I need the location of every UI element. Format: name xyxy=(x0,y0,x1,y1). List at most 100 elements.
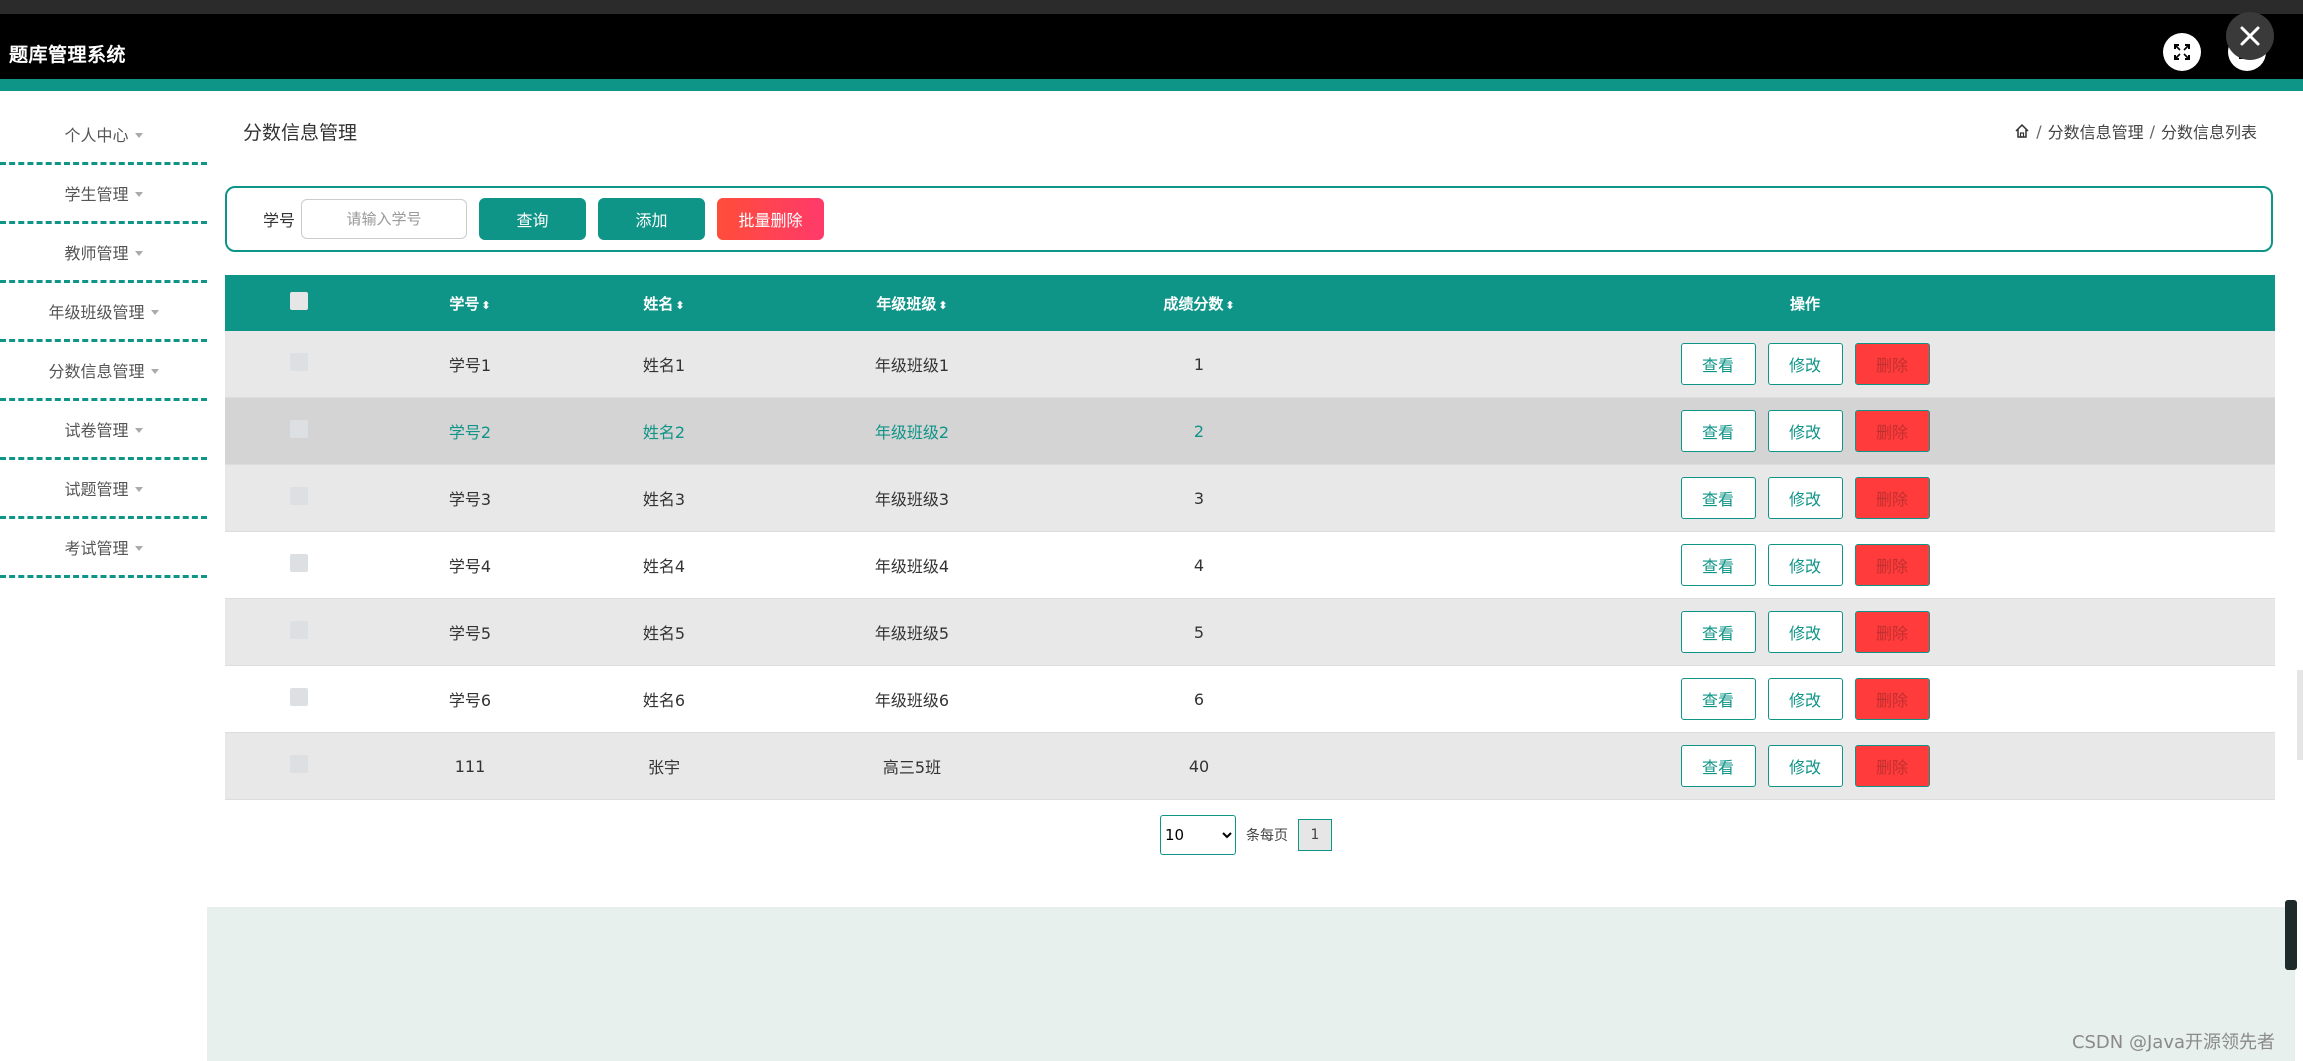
view-button[interactable]: 查看 xyxy=(1680,410,1756,452)
page-size-select[interactable]: 10 xyxy=(1160,815,1236,855)
breadcrumb-item-scores[interactable]: 分数信息管理 xyxy=(2048,119,2144,143)
expand-icon xyxy=(2174,44,2190,60)
sidebar-item-teachers[interactable]: 教师管理 xyxy=(0,224,207,283)
row-checkbox[interactable] xyxy=(290,688,308,706)
watermark: CSDN @Java开源领先者 xyxy=(2071,1032,2275,1053)
breadcrumb-separator: / xyxy=(2036,121,2042,141)
cell-student-id: 学号6 xyxy=(373,665,567,733)
sidebar-item-label: 考试管理 xyxy=(64,539,129,558)
column-header-student-id[interactable]: 学号 ⬍ xyxy=(373,275,567,331)
table-row: 学号6 姓名6 年级班级6 6 查看 修改 删除 xyxy=(225,665,2275,733)
table-row: 学号4 姓名4 年级班级4 4 查看 修改 删除 xyxy=(225,531,2275,599)
scrollbar-thumb[interactable] xyxy=(2285,900,2297,970)
cell-student-id: 学号5 xyxy=(373,598,567,666)
caret-down-icon xyxy=(150,309,159,315)
column-header-score[interactable]: 成绩分数 ⬍ xyxy=(1063,275,1335,331)
view-button[interactable]: 查看 xyxy=(1680,611,1756,653)
edit-button[interactable]: 修改 xyxy=(1767,544,1843,586)
cell-student-id: 学号3 xyxy=(373,464,567,532)
delete-button[interactable]: 删除 xyxy=(1854,678,1930,720)
sidebar-item-label: 年级班级管理 xyxy=(48,303,145,322)
view-button[interactable]: 查看 xyxy=(1680,745,1756,787)
header-accent-bar xyxy=(0,79,2303,91)
query-button[interactable]: 查询 xyxy=(479,198,587,240)
sidebar-item-students[interactable]: 学生管理 xyxy=(0,165,207,224)
scrollbar-track[interactable] xyxy=(2297,670,2303,760)
add-button[interactable]: 添加 xyxy=(598,198,706,240)
edit-button[interactable]: 修改 xyxy=(1767,410,1843,452)
select-all-checkbox[interactable] xyxy=(290,292,308,310)
breadcrumb-item-score-list: 分数信息列表 xyxy=(2160,123,2257,142)
sidebar-item-scores[interactable]: 分数信息管理 xyxy=(0,342,207,401)
sort-icon: ⬍ xyxy=(675,298,685,312)
delete-button[interactable]: 删除 xyxy=(1854,544,1930,586)
sidebar-item-label: 分数信息管理 xyxy=(48,362,145,381)
delete-button[interactable]: 删除 xyxy=(1854,410,1930,452)
row-checkbox[interactable] xyxy=(290,420,308,438)
sidebar-item-questions[interactable]: 试题管理 xyxy=(0,460,207,519)
fullscreen-button[interactable] xyxy=(2163,33,2201,71)
breadcrumb-separator: / xyxy=(2149,121,2155,141)
table-row: 学号2 姓名2 年级班级2 2 查看 修改 删除 xyxy=(225,397,2275,465)
caret-down-icon xyxy=(134,132,143,138)
close-button[interactable] xyxy=(2226,12,2274,60)
search-bar: 学号 查询 添加 批量删除 xyxy=(225,186,2273,252)
cell-name: 姓名5 xyxy=(567,598,761,666)
caret-down-icon xyxy=(134,250,143,256)
row-checkbox[interactable] xyxy=(290,487,308,505)
cell-class: 高三5班 xyxy=(761,732,1063,800)
edit-button[interactable]: 修改 xyxy=(1767,477,1843,519)
app-header xyxy=(0,14,2303,79)
sort-icon: ⬍ xyxy=(938,298,948,312)
cell-name: 姓名4 xyxy=(567,531,761,599)
row-checkbox[interactable] xyxy=(290,755,308,773)
caret-down-icon xyxy=(150,368,159,374)
delete-button[interactable]: 删除 xyxy=(1854,343,1930,385)
cell-class: 年级班级1 xyxy=(761,331,1063,398)
column-header-name[interactable]: 姓名 ⬍ xyxy=(567,275,761,331)
cell-class: 年级班级6 xyxy=(761,665,1063,733)
cell-class: 年级班级3 xyxy=(761,464,1063,532)
sidebar-item-grade-class[interactable]: 年级班级管理 xyxy=(0,283,207,342)
sidebar: 个人中心 学生管理 教师管理 年级班级管理 分数信息管理 试卷管理 试题管理 考… xyxy=(0,91,207,1061)
score-table: 学号 ⬍ 姓名 ⬍ 年级班级 ⬍ 成绩分数 ⬍ 操作 学号1 姓名1 年级班级1 1 查… xyxy=(225,275,2275,800)
header-checkbox-cell xyxy=(225,275,373,331)
column-header-class[interactable]: 年级班级 ⬍ xyxy=(761,275,1063,331)
view-button[interactable]: 查看 xyxy=(1680,343,1756,385)
row-checkbox[interactable] xyxy=(290,353,308,371)
view-button[interactable]: 查看 xyxy=(1680,678,1756,720)
sidebar-item-papers[interactable]: 试卷管理 xyxy=(0,401,207,460)
caret-down-icon xyxy=(134,191,143,197)
view-button[interactable]: 查看 xyxy=(1680,544,1756,586)
edit-button[interactable]: 修改 xyxy=(1767,343,1843,385)
cell-name: 张宇 xyxy=(567,732,761,800)
sidebar-item-label: 试卷管理 xyxy=(64,421,129,440)
sidebar-item-exams[interactable]: 考试管理 xyxy=(0,519,207,578)
delete-button[interactable]: 删除 xyxy=(1854,745,1930,787)
page-number-current[interactable]: 1 xyxy=(1298,819,1332,851)
table-row: 111 张宇 高三5班 40 查看 修改 删除 xyxy=(225,732,2275,800)
row-checkbox[interactable] xyxy=(290,621,308,639)
delete-button[interactable]: 删除 xyxy=(1854,611,1930,653)
top-strip xyxy=(0,0,2303,15)
caret-down-icon xyxy=(134,545,143,551)
edit-button[interactable]: 修改 xyxy=(1767,745,1843,787)
view-button[interactable]: 查看 xyxy=(1680,477,1756,519)
close-icon xyxy=(2240,26,2260,46)
cell-student-id: 学号1 xyxy=(373,331,567,398)
cell-student-id: 111 xyxy=(373,732,567,800)
student-id-input[interactable] xyxy=(301,199,468,239)
home-icon[interactable] xyxy=(2014,123,2030,139)
delete-button[interactable]: 删除 xyxy=(1854,477,1930,519)
cell-name: 姓名6 xyxy=(567,665,761,733)
batch-delete-button[interactable]: 批量删除 xyxy=(717,198,825,240)
app-title: 题库管理系统 xyxy=(9,44,127,66)
row-checkbox[interactable] xyxy=(290,554,308,572)
cell-score: 6 xyxy=(1063,665,1335,733)
cell-score: 40 xyxy=(1063,732,1335,800)
sidebar-item-label: 试题管理 xyxy=(64,480,129,499)
sidebar-item-personal-center[interactable]: 个人中心 xyxy=(0,106,207,165)
table-header-row: 学号 ⬍ 姓名 ⬍ 年级班级 ⬍ 成绩分数 ⬍ 操作 xyxy=(225,275,2275,331)
edit-button[interactable]: 修改 xyxy=(1767,678,1843,720)
edit-button[interactable]: 修改 xyxy=(1767,611,1843,653)
